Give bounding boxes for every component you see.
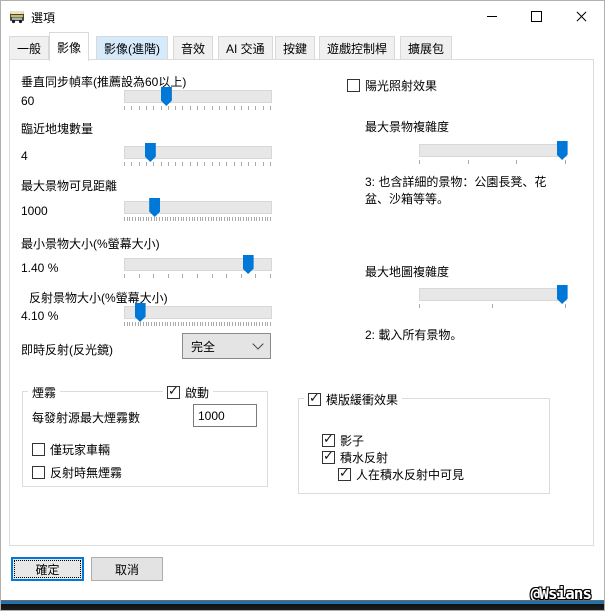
stencil-checkbox[interactable]: ✓ — [308, 390, 321, 406]
ok-button-label: 確定 — [35, 562, 60, 577]
slider-thumb[interactable] — [556, 141, 568, 160]
tab-strip: 一般 影像 影像(進階) 音效 AI 交通 按鍵 遊戲控制桿 擴展包 — [1, 32, 604, 61]
no-smoke-reflect-label: 反射時無煙霧 — [50, 466, 123, 480]
selected-option: 完全 — [191, 339, 216, 354]
scenery-complexity-slider[interactable] — [419, 141, 568, 160]
tab-sound[interactable]: 音效 — [173, 36, 214, 59]
people-in-reflection-row: ✓ 人在積水反射中可見 — [338, 465, 465, 483]
tab-general[interactable]: 一般 — [9, 36, 50, 59]
min-object-size-value: 1.40 % — [21, 261, 59, 275]
window-title: 選項 — [31, 11, 56, 25]
slider-thumb[interactable] — [242, 255, 254, 274]
slider-ticks — [419, 160, 566, 165]
chevron-down-icon — [252, 338, 264, 350]
maximize-button[interactable] — [514, 1, 559, 31]
tiles-slider[interactable] — [124, 143, 272, 162]
stencil-groupbox: ✓ 模版緩衝效果 ✓ 影子 ✓ 積水反射 ✓ 人在積水反射中可見 — [298, 390, 550, 494]
tiles-value: 4 — [21, 149, 28, 163]
player-only-row: ✓ 僅玩家車輛 — [32, 441, 110, 458]
tiles-label: 臨近地塊數量 — [21, 122, 94, 136]
smoke-groupbox: 煙霧 ✓ 啟動 每發射源最大煙霧數 ✓ 僅玩家車輛 ✓ 反射時無煙霧 — [22, 383, 268, 487]
smoke-enable-row: ✓ 啟動 — [163, 383, 214, 401]
sunlight-checkbox[interactable]: ✓ — [347, 79, 360, 92]
slider-ticks — [124, 217, 271, 222]
cancel-button[interactable]: 取消 — [91, 557, 163, 581]
view-distance-label: 最大景物可見距離 — [21, 179, 118, 193]
options-dialog: 選項 一般 影像 影像(進階) 音效 AI 交通 按鍵 遊戲控制桿 擴展包 垂直… — [0, 0, 605, 611]
puddle-reflection-row: ✓ 積水反射 — [322, 448, 389, 466]
slider-thumb[interactable] — [160, 87, 172, 106]
slider-ticks — [419, 304, 566, 309]
slider-ticks — [124, 274, 271, 279]
view-distance-value: 1000 — [21, 204, 48, 218]
slider-ticks — [124, 106, 271, 111]
smoke-enable-label: 啟動 — [185, 386, 210, 400]
tab-ai-traffic[interactable]: AI 交通 — [218, 36, 273, 59]
slider-ticks — [124, 162, 271, 167]
sunlight-row: ✓ 陽光照射效果 — [347, 77, 437, 94]
shadows-checkbox[interactable]: ✓ — [322, 431, 335, 447]
smoke-max-input[interactable] — [193, 404, 257, 427]
slider-thumb[interactable] — [134, 303, 146, 322]
maximize-icon — [531, 10, 542, 22]
no-smoke-reflect-checkbox[interactable]: ✓ — [32, 466, 45, 479]
reflection-size-label: 反射景物大小(%螢幕大小) — [29, 291, 168, 305]
tab-addons[interactable]: 擴展包 — [400, 36, 453, 59]
stencil-caption-row: ✓ 模版緩衝效果 — [304, 390, 403, 408]
bus-icon — [10, 11, 24, 24]
map-complexity-desc: 2: 載入所有景物。 — [365, 328, 463, 342]
map-complexity-slider[interactable] — [419, 285, 568, 304]
player-only-label: 僅玩家車輛 — [50, 443, 111, 457]
smoke-caption: 煙霧 — [28, 384, 61, 401]
slider-thumb[interactable] — [556, 285, 568, 304]
puddle-reflection-checkbox[interactable]: ✓ — [322, 448, 335, 464]
shadows-row: ✓ 影子 — [322, 431, 365, 449]
tab-video[interactable]: 影像 — [49, 32, 90, 61]
view-distance-slider[interactable] — [124, 198, 272, 217]
realtime-reflection-label: 即時反射(反光鏡) — [21, 343, 113, 357]
minimize-button[interactable] — [469, 1, 514, 31]
minimize-icon — [486, 15, 497, 17]
shadows-label: 影子 — [340, 434, 365, 448]
tab-page-video: 垂直同步幀率(推薦設為60以上) 60 臨近地塊數量 4 最大景物可見距離 10… — [9, 59, 594, 546]
no-smoke-reflect-row: ✓ 反射時無煙霧 — [32, 464, 122, 481]
map-complexity-label: 最大地圖複雜度 — [365, 265, 450, 279]
realtime-reflection-select[interactable]: 完全 — [182, 333, 271, 359]
people-in-reflection-checkbox[interactable]: ✓ — [338, 465, 351, 481]
reflection-size-value: 4.10 % — [21, 309, 59, 323]
scenery-complexity-label: 最大景物複雜度 — [365, 120, 450, 134]
vsync-value: 60 — [21, 94, 35, 108]
scenery-complexity-desc: 3: 也含詳細的景物：公園長凳、花盆、沙箱等等。 — [365, 175, 547, 206]
close-icon — [576, 11, 587, 22]
player-only-checkbox[interactable]: ✓ — [32, 443, 45, 456]
tab-video-advanced[interactable]: 影像(進階) — [96, 36, 168, 59]
background-game-strip — [1, 600, 604, 610]
slider-thumb[interactable] — [144, 143, 156, 162]
stencil-label: 模版緩衝效果 — [326, 393, 399, 407]
reflection-size-slider[interactable] — [124, 303, 272, 322]
ok-button[interactable]: 確定 — [11, 557, 84, 581]
sunlight-label: 陽光照射效果 — [365, 79, 438, 93]
close-button[interactable] — [559, 1, 604, 31]
people-in-reflection-label: 人在積水反射中可見 — [356, 468, 465, 482]
titlebar[interactable]: 選項 — [1, 1, 604, 31]
smoke-enable-checkbox[interactable]: ✓ — [167, 383, 180, 399]
puddle-reflection-label: 積水反射 — [340, 451, 389, 465]
tab-keys[interactable]: 按鍵 — [275, 36, 316, 59]
vsync-slider[interactable] — [124, 87, 272, 106]
cancel-button-label: 取消 — [114, 562, 139, 577]
slider-ticks — [124, 322, 271, 327]
min-object-size-label: 最小景物大小(%螢幕大小) — [21, 237, 160, 251]
min-object-size-slider[interactable] — [124, 255, 272, 274]
slider-thumb[interactable] — [149, 198, 161, 217]
tab-joystick[interactable]: 遊戲控制桿 — [319, 36, 396, 59]
smoke-max-label: 每發射源最大煙霧數 — [32, 411, 141, 425]
